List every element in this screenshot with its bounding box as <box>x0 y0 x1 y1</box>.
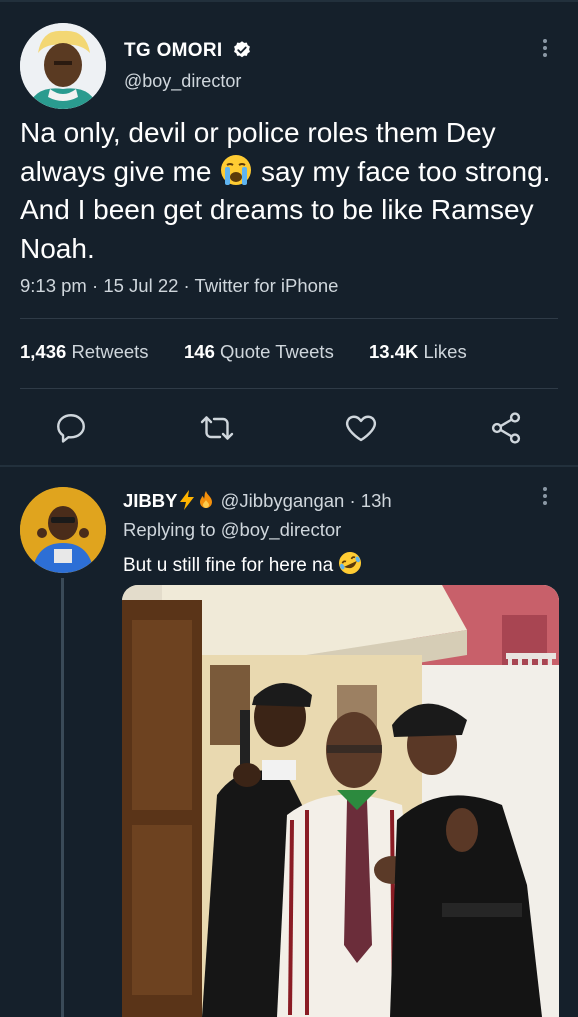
heart-icon[interactable] <box>343 410 379 446</box>
tweet-time[interactable]: 9:13 pm <box>20 275 87 296</box>
tweet-separator <box>0 465 578 467</box>
retweets-label: Retweets <box>71 341 149 362</box>
replying-to-handle[interactable]: @boy_director <box>221 519 342 540</box>
author-avatar[interactable] <box>20 23 106 109</box>
tweet-text: Na only, devil or police roles them Dey … <box>20 114 565 268</box>
tweet-source[interactable]: Twitter for iPhone <box>195 275 339 296</box>
tweet-meta: 9:13 pm · 15 Jul 22 · Twitter for iPhone <box>20 275 339 296</box>
reply-image[interactable] <box>122 585 559 1017</box>
reply-header: JIBBY @Jibbygangan · 13h <box>123 490 392 512</box>
tweet-date[interactable]: 15 Jul 22 <box>103 275 178 296</box>
quote-label: Quote Tweets <box>220 341 334 362</box>
retweet-icon[interactable] <box>199 410 235 446</box>
more-options-icon[interactable] <box>540 39 550 61</box>
top-divider <box>0 0 578 2</box>
likes-label: Likes <box>423 341 467 362</box>
retweets-count: 1,436 <box>20 341 67 362</box>
rolling-laughing-face-icon <box>338 551 362 575</box>
share-icon[interactable] <box>488 410 524 446</box>
author-name[interactable]: TG OMORI <box>124 40 222 62</box>
reply-author-handle[interactable]: @Jibbygangan <box>221 490 345 511</box>
quote-tweets-stat[interactable]: 146 Quote Tweets <box>184 341 334 363</box>
reply-author-name[interactable]: JIBBY <box>123 490 178 511</box>
likes-count: 13.4K <box>369 341 419 362</box>
reply-separator-dot: · <box>344 490 361 511</box>
loudly-crying-face-icon <box>219 153 253 187</box>
retweets-stat[interactable]: 1,436 Retweets <box>20 341 149 363</box>
high-voltage-icon <box>178 490 196 511</box>
author-handle[interactable]: @boy_director <box>124 71 241 92</box>
verified-badge-icon <box>232 40 252 60</box>
thread-line <box>61 578 64 1017</box>
replying-to: Replying to @boy_director <box>123 519 341 541</box>
reply-text-body: But u still fine for here na <box>123 555 339 576</box>
reply-text: But u still fine for here na <box>123 551 362 577</box>
likes-stat[interactable]: 13.4K Likes <box>369 341 467 363</box>
reply-time[interactable]: 13h <box>361 490 392 511</box>
reply-author-avatar[interactable] <box>20 487 106 573</box>
more-options-icon[interactable] <box>540 487 550 509</box>
divider <box>20 388 558 389</box>
reply-icon[interactable] <box>53 410 89 446</box>
replying-prefix: Replying to <box>123 519 221 540</box>
fire-icon <box>196 490 216 511</box>
quote-count: 146 <box>184 341 215 362</box>
divider <box>20 318 558 319</box>
